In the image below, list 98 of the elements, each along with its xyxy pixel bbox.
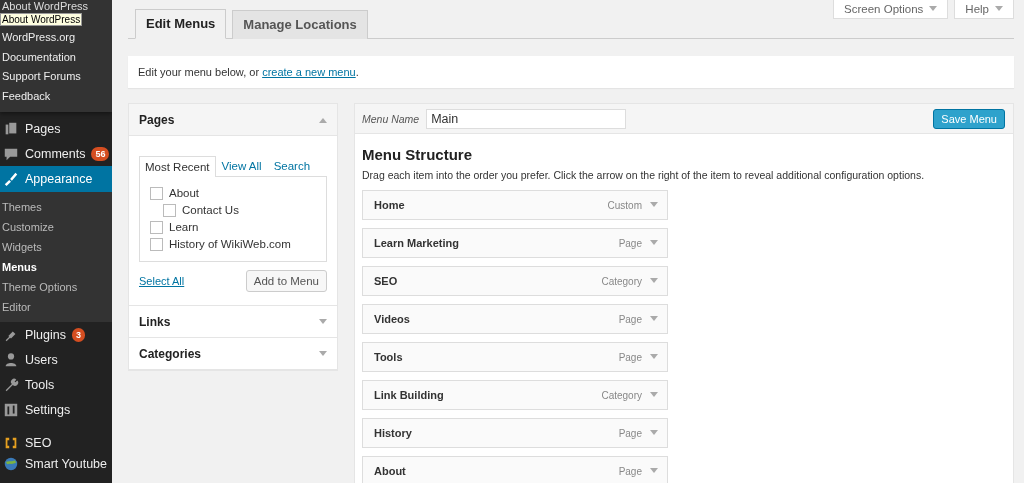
globe-icon <box>3 456 19 472</box>
wrench-icon <box>3 376 19 393</box>
caret-down-icon <box>995 6 1003 12</box>
menu-label: Settings <box>25 402 71 417</box>
checkbox[interactable] <box>163 204 176 217</box>
menu-item[interactable]: Plugins 3 <box>0 322 112 347</box>
menu-item[interactable]: Appearance <box>0 166 112 192</box>
section-heading: Menu Structure <box>362 146 473 164</box>
menu-item-bar[interactable]: History Page <box>362 418 668 448</box>
menu-name-field[interactable]: Main <box>426 108 627 129</box>
count-badge: 3 <box>72 327 85 342</box>
menu-label: Pages <box>25 121 61 136</box>
pages-icon <box>3 120 19 137</box>
page-label: Contact Us <box>182 203 239 218</box>
caret-down-icon[interactable] <box>650 240 658 246</box>
submenu-item[interactable]: Menus <box>0 257 112 277</box>
caret-down-icon[interactable] <box>650 316 658 322</box>
field-label: Menu Name <box>362 112 420 125</box>
caret-down-icon[interactable] <box>650 278 658 284</box>
select-all-link[interactable]: Select All <box>139 275 185 287</box>
menu-item[interactable]: Smart Youtube <box>0 455 112 473</box>
item-type: Category <box>601 275 642 287</box>
menu-link[interactable]: Documentation <box>0 47 112 67</box>
item-title: Link Building <box>374 389 445 401</box>
tab[interactable]: View All <box>215 155 268 176</box>
menu-label: Appearance <box>25 172 93 186</box>
caret-down-icon[interactable] <box>650 354 658 360</box>
menu-item-bar[interactable]: Link Building Category <box>362 380 668 410</box>
caret-down-icon[interactable] <box>650 202 658 208</box>
dropdown-button[interactable]: Help <box>954 0 1014 19</box>
menu-label: Comments <box>25 146 86 161</box>
person-icon <box>3 351 19 368</box>
caret-up-icon[interactable] <box>319 116 327 123</box>
item-title: SEO <box>374 275 399 287</box>
menu-item-bar[interactable]: About Page <box>362 456 668 483</box>
caret-down-icon <box>929 6 938 12</box>
notice-text: Edit your menu below, or create a new menu. <box>128 56 1014 88</box>
menu-link[interactable]: Support Forums <box>0 67 112 87</box>
item-title: History <box>374 427 413 439</box>
submenu-item[interactable]: Theme Options <box>0 277 112 297</box>
item-title: About <box>374 465 407 477</box>
checkbox[interactable] <box>150 187 163 200</box>
menu-item[interactable]: Users <box>0 347 112 372</box>
menu-label: SEO <box>25 435 52 450</box>
menu-item[interactable]: Settings <box>0 397 112 422</box>
dropdown-button[interactable]: Screen Options <box>833 0 949 19</box>
checkbox[interactable] <box>150 238 163 251</box>
menu-link[interactable]: WordPress.org <box>0 28 112 48</box>
menu-link[interactable]: Feedback <box>0 86 112 106</box>
item-title: Learn Marketing <box>374 237 460 249</box>
page-label: About <box>169 186 200 201</box>
submenu-item[interactable]: Editor <box>0 297 112 317</box>
item-type: Page <box>618 313 642 325</box>
tab[interactable]: Manage Locations <box>232 10 368 39</box>
tab[interactable]: Most Recent <box>139 156 216 177</box>
tooltip: About WordPress <box>0 13 83 26</box>
page-label: History of WikiWeb.com <box>169 237 291 252</box>
checkbox[interactable] <box>150 221 163 234</box>
create-menu-link[interactable]: create a new menu <box>262 66 356 78</box>
caret-down-icon[interactable] <box>319 318 327 325</box>
menu-label: Users <box>25 352 58 367</box>
menu-item[interactable]: SEO <box>0 430 112 455</box>
item-title: Videos <box>374 313 411 325</box>
item-type: Page <box>618 465 642 477</box>
item-type: Page <box>618 237 642 249</box>
caret-down-icon[interactable] <box>650 392 658 398</box>
submenu-item[interactable]: Themes <box>0 197 112 217</box>
item-type: Page <box>618 351 642 363</box>
item-title: Home <box>374 199 406 211</box>
tab[interactable]: Search <box>267 155 317 176</box>
menu-item-bar[interactable]: SEO Category <box>362 266 668 296</box>
item-title: Tools <box>374 351 404 363</box>
menu-item-bar[interactable]: Home Custom <box>362 190 668 220</box>
sliders-icon <box>3 401 19 418</box>
menu-item[interactable]: Comments 56 <box>0 141 112 166</box>
caret-down-icon[interactable] <box>650 468 658 474</box>
submenu-item[interactable]: Widgets <box>0 237 112 257</box>
section-header[interactable]: Pages <box>129 104 337 136</box>
menu-item[interactable]: Pages <box>0 116 112 141</box>
menu-label: Smart Youtube <box>25 457 107 471</box>
menu-item[interactable]: Tools <box>0 372 112 397</box>
menu-item-bar[interactable]: Videos Page <box>362 304 668 334</box>
add-to-menu-button[interactable]: Add to Menu <box>245 270 327 292</box>
menu-label: Tools <box>25 377 55 392</box>
caret-down-icon[interactable] <box>650 430 658 436</box>
menu-item-bar[interactable]: Learn Marketing Page <box>362 228 668 258</box>
item-type: Category <box>601 389 642 401</box>
count-badge: 56 <box>91 146 110 161</box>
submenu-item[interactable]: Customize <box>0 217 112 237</box>
caret-down-icon[interactable] <box>319 350 327 357</box>
menu-label: Plugins <box>25 327 66 342</box>
menu-heading[interactable]: About WordPress <box>0 0 112 12</box>
tab[interactable]: Edit Menus <box>135 9 227 39</box>
instructions-text: Drag each item into the order you prefer. Click the arrow on the right of the item to reveal additional configuration options. <box>362 169 926 181</box>
page-label: Learn <box>169 220 199 235</box>
item-type: Custom <box>607 199 642 211</box>
item-type: Page <box>618 427 642 439</box>
menu-item-bar[interactable]: Tools Page <box>362 342 668 372</box>
